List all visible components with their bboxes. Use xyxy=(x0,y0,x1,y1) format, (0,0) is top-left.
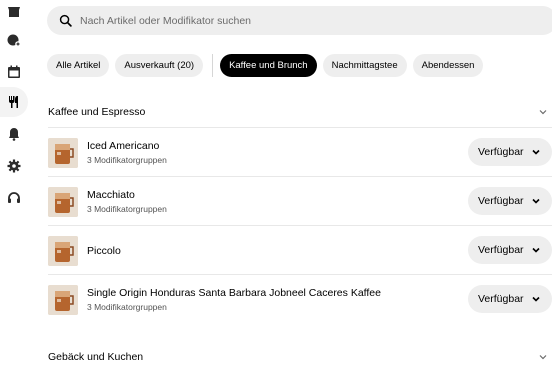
menu-utensils-icon[interactable] xyxy=(0,87,28,117)
list-item[interactable]: Macchiato 3 Modifikatorgruppen Verfügbar xyxy=(48,177,552,225)
chip-menu-afternoon-tea[interactable]: Nachmittagstee xyxy=(322,54,407,77)
list-item[interactable]: Single Origin Honduras Santa Barbara Job… xyxy=(48,275,552,323)
item-thumbnail xyxy=(48,187,78,217)
search-input[interactable] xyxy=(80,14,480,27)
chip-sold-out[interactable]: Ausverkauft (20) xyxy=(115,54,204,77)
item-name: Iced Americano xyxy=(87,140,160,152)
item-modifier-groups: 3 Modifikatorgruppen xyxy=(87,302,167,312)
item-thumbnail xyxy=(48,236,78,266)
sidebar xyxy=(0,0,28,368)
item-modifier-groups: 3 Modifikatorgruppen xyxy=(87,204,167,214)
availability-label: Verfügbar xyxy=(478,244,524,256)
availability-label: Verfügbar xyxy=(478,293,524,305)
chip-menu-dinner[interactable]: Abendessen xyxy=(412,54,484,77)
availability-dropdown[interactable]: Verfügbar xyxy=(468,236,552,264)
chevron-down-icon xyxy=(531,198,540,204)
chevron-down-icon xyxy=(531,247,540,253)
section-title: Kaffee und Espresso xyxy=(48,106,146,118)
list-item[interactable]: Piccolo Verfügbar xyxy=(48,226,552,274)
search-icon xyxy=(59,14,72,27)
availability-label: Verfügbar xyxy=(478,195,524,207)
bell-icon[interactable] xyxy=(5,125,23,143)
item-name: Piccolo xyxy=(87,245,121,257)
chevron-down-icon xyxy=(531,296,540,302)
chip-menu-coffee-brunch[interactable]: Kaffee und Brunch xyxy=(220,54,317,77)
store-icon[interactable] xyxy=(5,2,23,20)
gear-icon[interactable] xyxy=(5,157,23,175)
availability-dropdown[interactable]: Verfügbar xyxy=(468,138,552,166)
availability-label: Verfügbar xyxy=(478,146,524,158)
item-thumbnail xyxy=(48,138,78,168)
section-header-pastries[interactable]: Gebäck und Kuchen xyxy=(48,347,548,367)
chip-all-items[interactable]: Alle Artikel xyxy=(47,54,110,77)
availability-dropdown[interactable]: Verfügbar xyxy=(468,285,552,313)
item-name: Single Origin Honduras Santa Barbara Job… xyxy=(87,287,381,299)
search-bar[interactable] xyxy=(47,6,552,35)
item-name: Macchiato xyxy=(87,189,135,201)
item-thumbnail xyxy=(48,285,78,315)
section-header-coffee[interactable]: Kaffee und Espresso xyxy=(48,102,548,122)
section-title: Gebäck und Kuchen xyxy=(48,351,144,363)
calendar-icon[interactable] xyxy=(5,63,23,81)
filter-chips: Alle Artikel Ausverkauft (20) Kaffee und… xyxy=(47,54,489,77)
list-item[interactable]: Iced Americano 3 Modifikatorgruppen Verf… xyxy=(48,128,552,176)
item-modifier-groups: 3 Modifikatorgruppen xyxy=(87,155,167,165)
chevron-down-icon[interactable] xyxy=(538,107,548,117)
availability-dropdown[interactable]: Verfügbar xyxy=(468,187,552,215)
headset-icon[interactable] xyxy=(5,189,23,207)
tag-discount-icon[interactable] xyxy=(5,31,23,49)
chevron-down-icon xyxy=(531,149,540,155)
chip-divider xyxy=(212,54,214,77)
chevron-down-icon[interactable] xyxy=(538,352,548,362)
